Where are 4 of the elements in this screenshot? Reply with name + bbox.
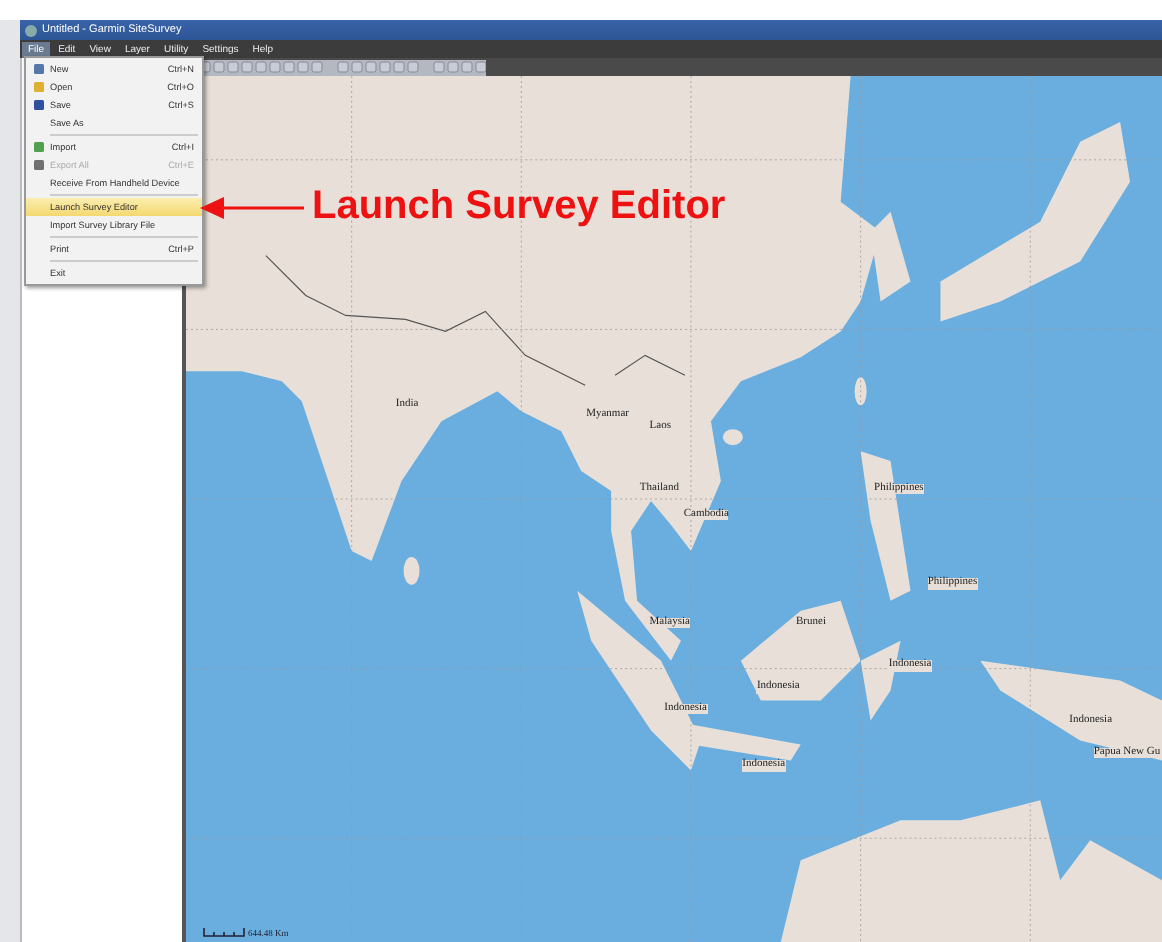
callout-label: Launch Survey Editor — [312, 184, 726, 230]
app-icon — [24, 23, 38, 37]
scale-bar-icon — [202, 928, 246, 938]
arrow — [200, 195, 304, 219]
